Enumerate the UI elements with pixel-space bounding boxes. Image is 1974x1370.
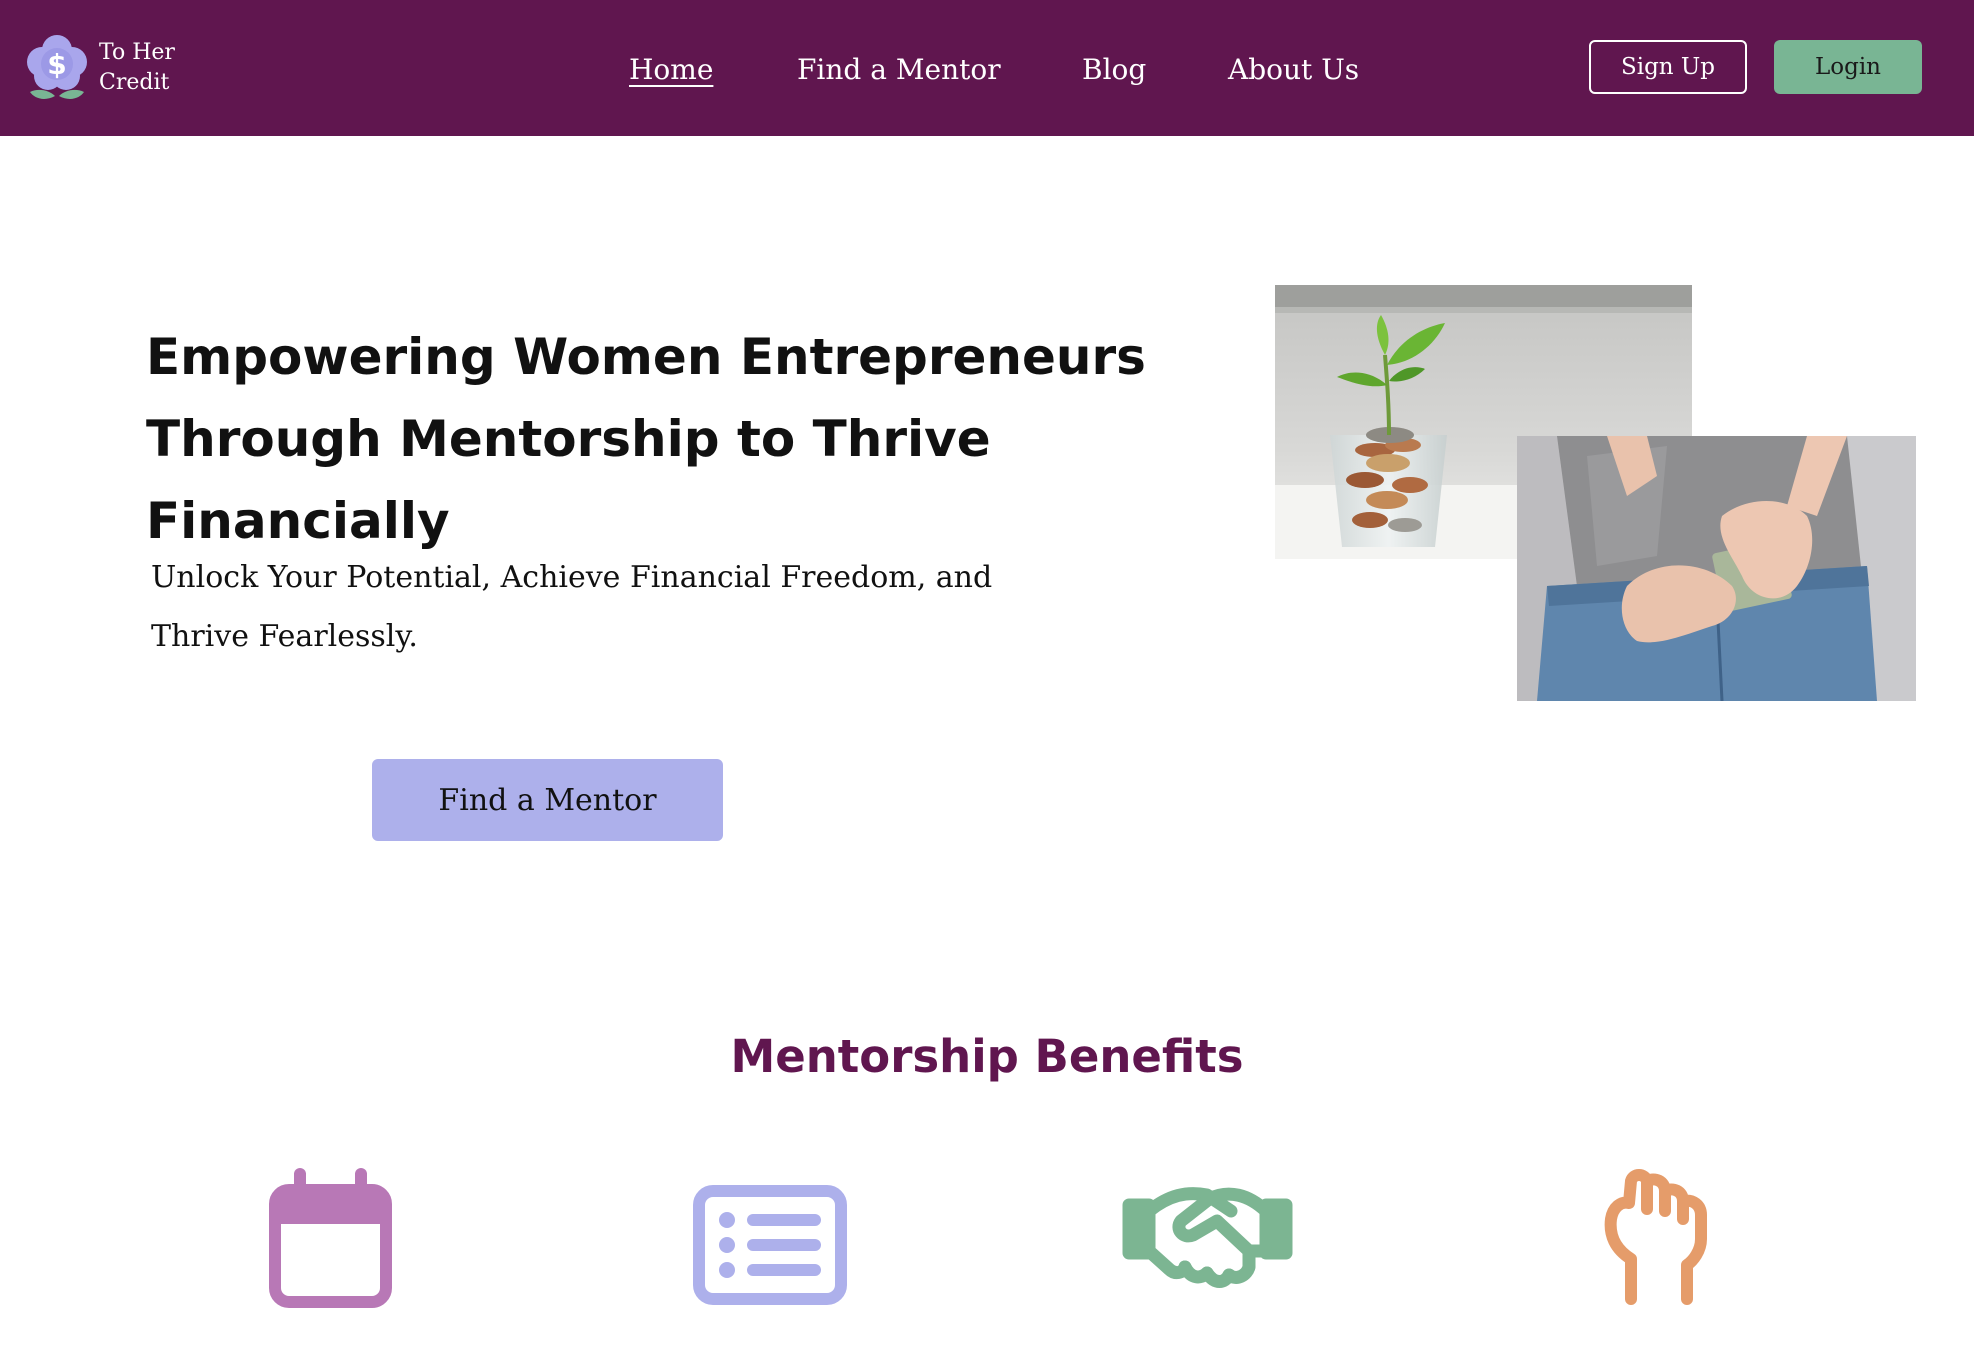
hero-subtitle: Unlock Your Potential, Achieve Financial… <box>151 548 1011 666</box>
nav-find-a-mentor[interactable]: Find a Mentor <box>797 50 1001 90</box>
handshake-icon <box>1121 1181 1294 1291</box>
hero-title-line-1: Empowering Women Entrepreneurs <box>146 328 1146 386</box>
hero-subtitle-line-1: Unlock Your Potential, Achieve Financial… <box>151 560 993 595</box>
hero-title-line-2: Through Mentorship to Thrive Financially <box>146 410 991 550</box>
brand-line-1: To Her <box>99 40 175 65</box>
nav-home[interactable]: Home <box>629 50 713 90</box>
svg-text:$: $ <box>47 48 66 81</box>
login-button[interactable]: Login <box>1774 40 1922 94</box>
raised-fist-icon <box>1601 1169 1709 1305</box>
top-navbar: $ To Her Credit Home Find a Mentor Blog … <box>0 0 1974 136</box>
find-a-mentor-cta-button[interactable]: Find a Mentor <box>372 759 723 841</box>
nav-about-us[interactable]: About Us <box>1228 50 1359 90</box>
nav-blog[interactable]: Blog <box>1082 50 1146 90</box>
cash-in-jeans-pocket-photo <box>1517 436 1916 701</box>
hero-title: Empowering Women Entrepreneurs Through M… <box>146 316 1166 562</box>
mentorship-benefits-title: Mentorship Benefits <box>730 1030 1244 1083</box>
logo-icon[interactable]: $ <box>22 30 92 104</box>
calendar-icon <box>267 1168 394 1310</box>
hero-subtitle-line-2: Thrive Fearlessly. <box>151 619 418 654</box>
sign-up-button[interactable]: Sign Up <box>1589 40 1747 94</box>
brand-name[interactable]: To Her Credit <box>99 38 175 98</box>
brand-line-2: Credit <box>99 70 170 95</box>
list-icon <box>693 1185 847 1305</box>
